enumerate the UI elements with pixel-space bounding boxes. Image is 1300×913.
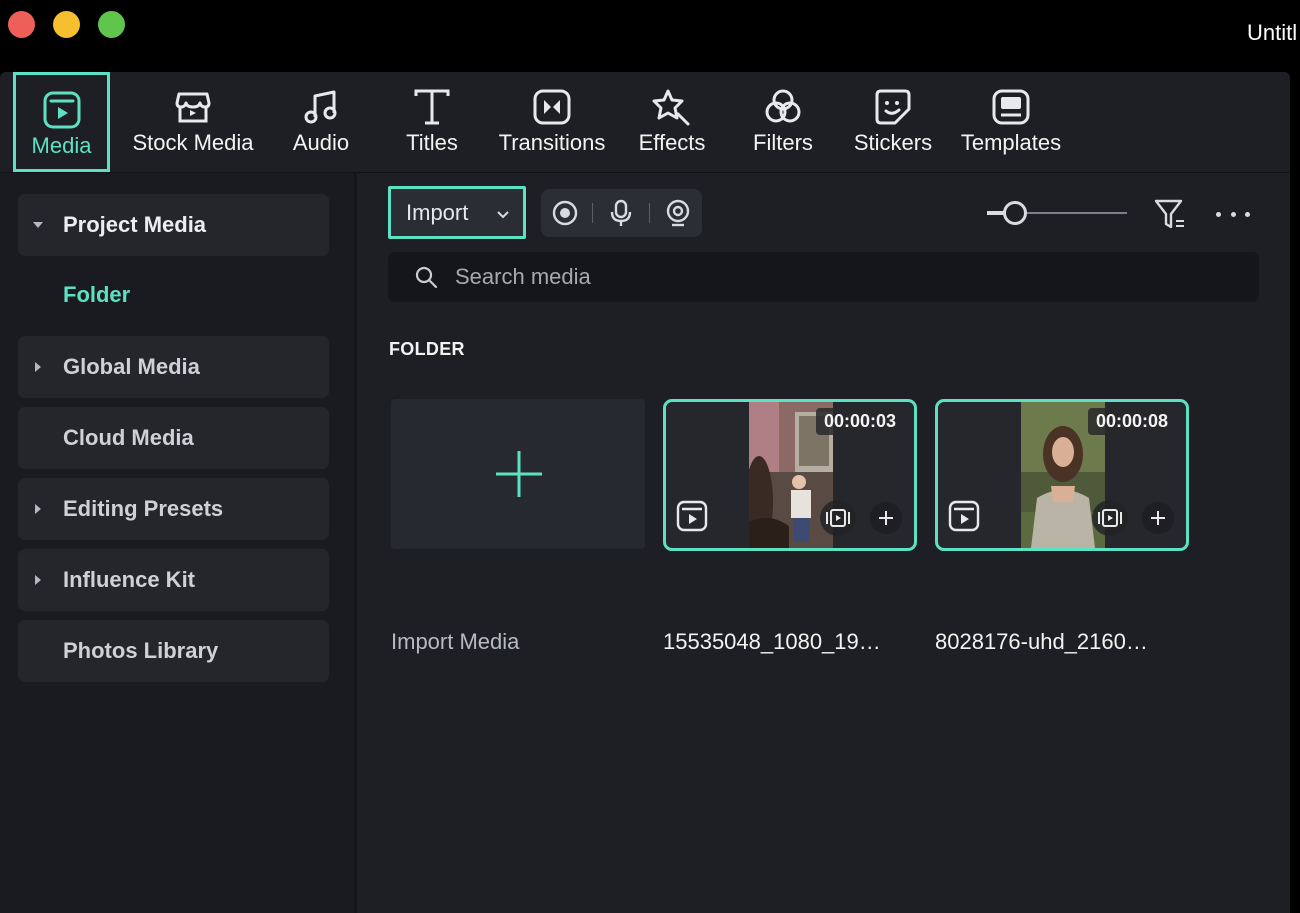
sidebar: Project Media Folder Global Media Cloud …	[0, 173, 357, 913]
clip-duration: 00:00:03	[815, 408, 904, 435]
add-to-timeline-icon[interactable]	[1142, 502, 1174, 534]
zoom-window-button[interactable]	[98, 11, 125, 38]
tab-label: Transitions	[498, 130, 606, 155]
tab-effects[interactable]: Effects	[632, 72, 712, 172]
stock-media-icon	[172, 86, 214, 128]
filters-icon	[762, 86, 804, 128]
clip-name: 15535048_1080_19…	[663, 629, 881, 654]
sidebar-item-label: Project Media	[63, 212, 207, 237]
tab-label: Audio	[292, 130, 350, 155]
minimize-window-button[interactable]	[53, 11, 80, 38]
import-media-tile[interactable]	[391, 399, 645, 549]
section-title: FOLDER	[389, 339, 465, 359]
microphone-icon[interactable]	[607, 199, 635, 227]
sidebar-item-global-media[interactable]: Global Media	[18, 336, 329, 398]
caret-right-icon	[32, 503, 44, 515]
filter-icon[interactable]	[1153, 197, 1187, 231]
webcam-icon[interactable]	[664, 199, 692, 227]
caret-right-icon	[32, 574, 44, 586]
window-edge	[1290, 72, 1300, 913]
add-to-timeline-icon[interactable]	[870, 502, 902, 534]
tab-media[interactable]: Media	[13, 72, 110, 172]
media-clip[interactable]: 00:00:08	[935, 399, 1189, 551]
media-clip[interactable]: 00:00:03	[663, 399, 917, 551]
tab-transitions[interactable]: Transitions	[490, 72, 614, 172]
tab-audio[interactable]: Audio	[285, 72, 357, 172]
record-tools-group	[541, 189, 702, 237]
effects-star-icon	[651, 86, 693, 128]
sidebar-item-label: Photos Library	[63, 638, 219, 663]
divider	[649, 203, 650, 223]
sidebar-item-label: Cloud Media	[63, 425, 194, 450]
close-window-button[interactable]	[8, 11, 35, 38]
tab-label: Media	[31, 133, 92, 158]
screen-record-icon[interactable]	[551, 199, 579, 227]
templates-icon	[990, 86, 1032, 128]
titles-t-icon	[411, 86, 453, 128]
tab-titles[interactable]: Titles	[398, 72, 466, 172]
auto-reframe-icon[interactable]	[1092, 500, 1128, 536]
sidebar-item-folder[interactable]: Folder	[63, 282, 130, 308]
search-icon	[414, 265, 438, 294]
caret-right-icon	[32, 361, 44, 373]
zoom-slider-handle[interactable]	[1003, 201, 1027, 225]
media-content: Import Search media FOLDER Import Media …	[360, 173, 1290, 913]
app-window: Media Stock Media Audio Titles Transitio	[0, 72, 1290, 913]
search-bar	[388, 252, 1259, 302]
sidebar-item-photos-library[interactable]: Photos Library	[18, 620, 329, 682]
video-clip-icon	[948, 500, 980, 537]
tab-label: Stock Media	[132, 130, 254, 155]
stickers-icon	[872, 86, 914, 128]
transitions-icon	[531, 86, 573, 128]
top-toolbar: Media Stock Media Audio Titles Transitio	[0, 72, 1290, 173]
window-titlebar: Untitl	[0, 0, 1300, 72]
divider	[592, 203, 593, 223]
tab-stickers[interactable]: Stickers	[847, 72, 939, 172]
tab-label: Titles	[406, 130, 458, 155]
video-clip-icon	[676, 500, 708, 537]
search-input[interactable]	[455, 252, 1235, 302]
tab-label: Templates	[960, 130, 1062, 155]
more-options-icon[interactable]	[1216, 202, 1250, 226]
sidebar-item-cloud-media[interactable]: Cloud Media	[18, 407, 329, 469]
clip-duration: 00:00:08	[1087, 408, 1176, 435]
import-dropdown-button[interactable]: Import	[388, 186, 526, 239]
tab-label: Effects	[638, 130, 706, 155]
import-label: Import	[406, 199, 469, 225]
import-media-label: Import Media	[391, 629, 520, 654]
sidebar-item-label: Influence Kit	[63, 567, 196, 592]
sidebar-item-label: Global Media	[63, 354, 200, 379]
media-icon	[41, 89, 83, 131]
sidebar-item-influence-kit[interactable]: Influence Kit	[18, 549, 329, 611]
tab-label: Filters	[753, 130, 813, 155]
tab-filters[interactable]: Filters	[746, 72, 820, 172]
auto-reframe-icon[interactable]	[820, 500, 856, 536]
sidebar-item-editing-presets[interactable]: Editing Presets	[18, 478, 329, 540]
clip-name: 8028176-uhd_2160…	[935, 629, 1148, 654]
tab-stock-media[interactable]: Stock Media	[125, 72, 261, 172]
sidebar-item-label: Editing Presets	[63, 496, 224, 521]
tab-label: Stickers	[853, 130, 933, 155]
window-title: Untitl	[1247, 20, 1298, 45]
chevron-down-icon	[496, 207, 510, 225]
caret-down-icon	[32, 219, 44, 231]
music-note-icon	[300, 86, 342, 128]
tab-templates[interactable]: Templates	[955, 72, 1067, 172]
plus-icon	[494, 449, 544, 504]
sidebar-item-project-media[interactable]: Project Media	[18, 194, 329, 256]
